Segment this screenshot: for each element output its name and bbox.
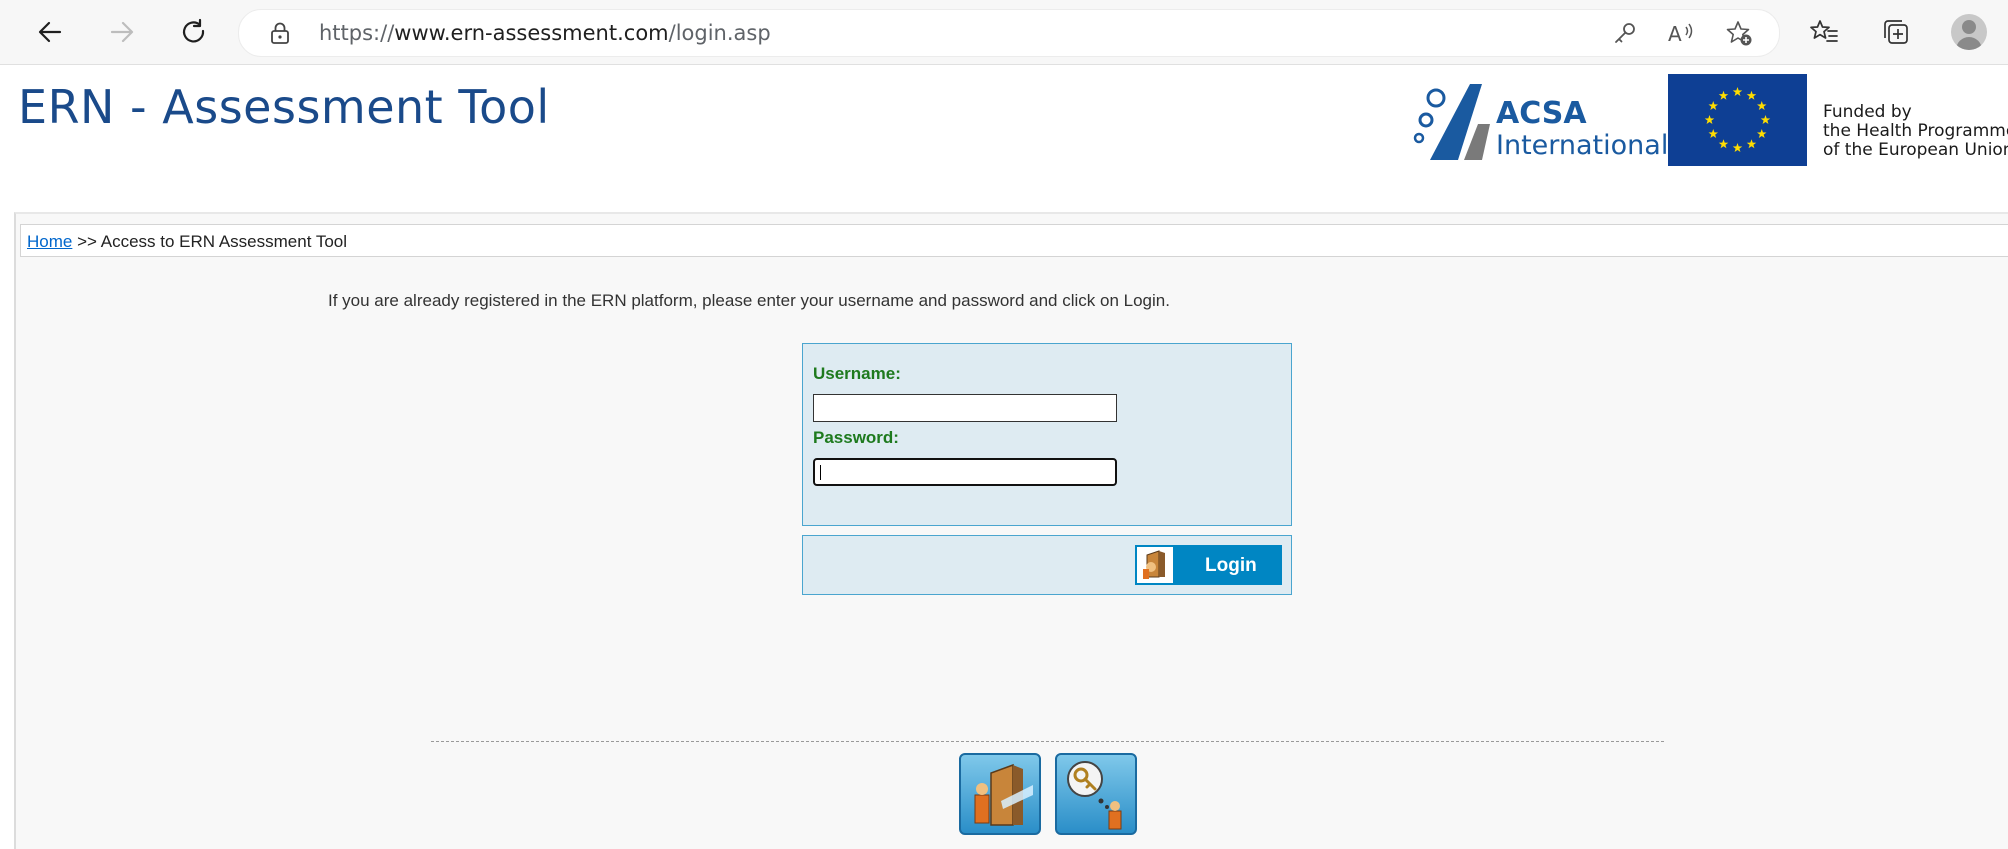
browser-toolbar: https://www.ern-assessment.com/login.asp… [0,0,2008,65]
eu-star [1704,115,1715,125]
eu-star [1732,143,1743,153]
eu-star [1718,139,1729,149]
password-label: Password: [813,428,899,447]
username-label: Username: [813,364,901,383]
back-arrow-icon[interactable] [30,12,70,52]
acsa-logo-name: ACSA [1496,96,1587,131]
eu-flag [1668,74,1807,166]
login-button-bar: Login [802,535,1292,595]
password-input[interactable] [815,460,1115,484]
eu-star [1732,87,1743,97]
breadcrumb-home-link[interactable]: Home [27,232,72,251]
eu-star [1756,101,1767,111]
password-field[interactable] [813,458,1117,486]
address-bar[interactable]: https://www.ern-assessment.com/login.asp… [238,9,1780,57]
collections-icon[interactable] [1880,16,1912,48]
key-icon[interactable] [1611,19,1639,47]
reload-icon[interactable] [174,12,214,52]
eu-star [1756,129,1767,139]
funding-line: of the European Union [1823,140,2008,160]
lock-icon[interactable] [267,20,293,46]
username-field[interactable] [813,394,1117,422]
login-button[interactable]: Login [1135,545,1282,585]
text-cursor [820,465,821,480]
funding-line: the Health Programme [1823,121,2008,141]
url-text[interactable]: https://www.ern-assessment.com/login.asp [319,21,771,45]
profile-avatar-icon[interactable] [1951,14,1987,50]
eu-star [1708,101,1719,111]
page-title: ERN - Assessment Tool [18,80,550,134]
eu-star [1760,115,1771,125]
forward-arrow-icon[interactable] [102,12,142,52]
favorites-icon[interactable] [1808,16,1840,48]
door-icon [1137,547,1173,583]
eu-star [1718,90,1729,100]
login-button-label: Login [1205,555,1257,576]
funding-notice: Funded by the Health Programme of the Eu… [1823,103,2008,160]
login-form: Username: Password: [802,343,1292,526]
breadcrumb: Home >> Access to ERN Assessment Tool [20,224,2008,257]
eu-star [1746,90,1757,100]
acsa-logo: ACSA International [1412,78,1668,164]
username-input[interactable] [814,395,1116,421]
read-aloud-icon[interactable]: A [1667,19,1695,47]
forgot-password-icon[interactable] [1055,753,1137,835]
svg-text:A: A [1668,22,1682,46]
add-favorite-icon[interactable] [1725,19,1753,47]
eu-star [1746,139,1757,149]
access-door-icon[interactable] [959,753,1041,835]
breadcrumb-current: >> Access to ERN Assessment Tool [77,232,348,251]
acsa-logo-subtitle: International [1496,130,1669,161]
funding-line: Funded by [1823,102,1912,122]
intro-text: If you are already registered in the ERN… [328,291,1170,310]
eu-star [1708,129,1719,139]
divider [431,741,1664,742]
